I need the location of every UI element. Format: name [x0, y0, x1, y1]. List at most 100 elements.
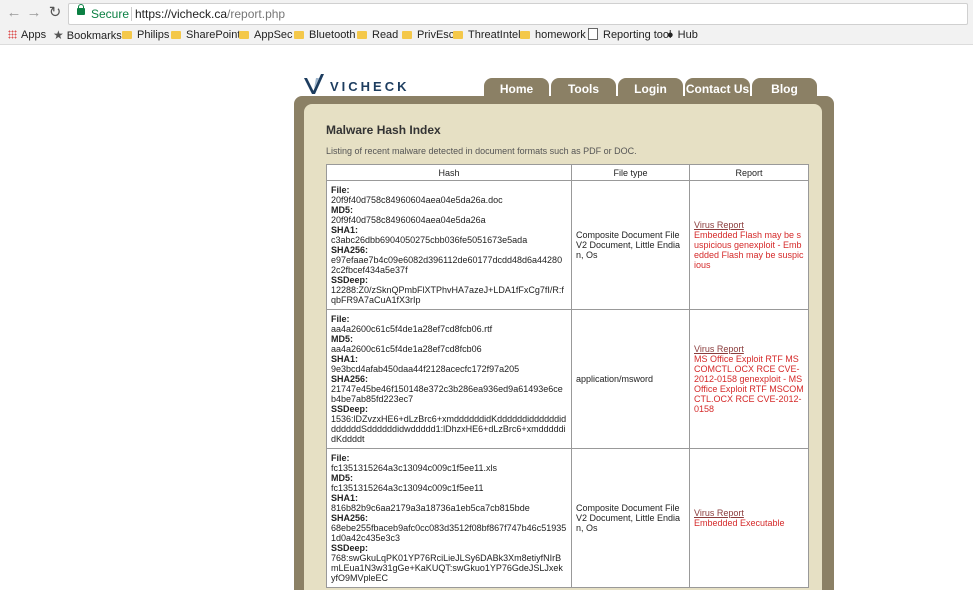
bookmark-label: PrivEsc — [417, 29, 455, 41]
folder-icon — [122, 31, 132, 39]
header-hash: Hash — [326, 164, 572, 181]
sha1-value: c3abc26dbb6904050275cbb036fe5051673e5ada — [331, 235, 528, 245]
folder-icon — [239, 31, 249, 39]
address-bar: ← → ↻ Secure https://vicheck.ca/report.p… — [0, 0, 973, 28]
reload-icon[interactable]: ↻ — [46, 4, 64, 22]
sha256-label: SHA256: — [331, 374, 369, 384]
report-cell: Virus Report MS Office Exploit RTF MSCOM… — [689, 309, 809, 449]
sha256-value: e97efaae7b4c09e6082d396112de60177dcdd48d… — [331, 255, 563, 275]
bookmark-sharepoint[interactable]: SharePoint — [171, 28, 240, 43]
md5-label: MD5: — [331, 473, 353, 483]
bookmark-bookmarks[interactable]: ★ Bookmarks — [53, 28, 122, 43]
ssdeep-label: SSDeep: — [331, 275, 369, 285]
bookmark-philips[interactable]: Philips — [122, 28, 169, 43]
file-name: fc1351315264a3c13094c009c1f5ee11.xls — [331, 463, 497, 473]
apps-grid-icon — [8, 30, 17, 39]
table-row: File: fc1351315264a3c13094c009c1f5ee11.x… — [326, 448, 809, 588]
url-path: /report.php — [227, 7, 286, 21]
page-intro: Listing of recent malware detected in do… — [326, 146, 637, 156]
url-field[interactable]: Secure https://vicheck.ca/report.php — [68, 3, 968, 25]
sha1-label: SHA1: — [331, 354, 359, 364]
hash-cell: File: aa4a2600c61c5f4de1a28ef7cd8fcb06.r… — [326, 309, 572, 449]
forward-icon[interactable]: → — [25, 4, 43, 22]
table-row: File: 20f9f40d758c84960604aea04e5da26a.d… — [326, 180, 809, 310]
page-title: Malware Hash Index — [326, 123, 441, 137]
sha1-value: 9e3bcd4afab450daa44f2128acecfc172f97a205 — [331, 364, 520, 374]
page-icon — [588, 28, 598, 40]
bookmark-read[interactable]: Read — [357, 28, 398, 43]
file-name: 20f9f40d758c84960604aea04e5da26a.doc — [331, 195, 503, 205]
folder-icon — [453, 31, 463, 39]
tab-contact-us[interactable]: Contact Us — [685, 78, 750, 100]
back-icon[interactable]: ← — [5, 4, 23, 22]
table-header-row: Hash File type Report — [326, 164, 809, 181]
secure-label: Secure — [91, 7, 130, 21]
md5-label: MD5: — [331, 205, 353, 215]
virus-report-link[interactable]: Virus Report — [694, 220, 744, 230]
bookmarks-bar: Apps ★ Bookmarks Philips SharePoint AppSe… — [0, 27, 973, 45]
bookmark-apps[interactable]: Apps — [8, 28, 46, 43]
bookmark-label: homework — [535, 29, 586, 41]
lock-icon — [77, 4, 85, 15]
report-findings: MS Office Exploit RTF MSCOMCTL.OCX RCE C… — [694, 354, 804, 414]
hash-cell: File: fc1351315264a3c13094c009c1f5ee11.x… — [326, 448, 572, 588]
sha1-value: 816b82b9c6aa2179a3a18736a1eb5ca7cb815bde — [331, 503, 530, 513]
bookmark-label: SharePoint — [186, 29, 241, 41]
bookmark-threatintel[interactable]: ThreatIntel — [453, 28, 521, 43]
sha256-label: SHA256: — [331, 245, 369, 255]
ssdeep-value: 768:swGkuLqPK01YP76RciLieJLSy6DABk3Xm8et… — [331, 553, 563, 583]
bookmark-label: Bookmarks — [66, 30, 122, 42]
bookmark-label: Apps — [21, 29, 47, 41]
bookmark-reporting-tool[interactable]: Reporting tool — [588, 28, 672, 43]
tab-tools[interactable]: Tools — [551, 78, 616, 100]
tab-blog[interactable]: Blog — [752, 78, 817, 100]
md5-value: 20f9f40d758c84960604aea04e5da26a — [331, 215, 486, 225]
sha1-label: SHA1: — [331, 493, 359, 503]
sha1-label: SHA1: — [331, 225, 359, 235]
ssdeep-value: 12288:Z0/zSknQPmbFlXTPhvHA7azeJ+LDA1fFxC… — [331, 285, 564, 305]
folder-icon — [520, 31, 530, 39]
report-findings: Embedded Executable — [694, 518, 785, 528]
url-text: https://vicheck.ca/report.php — [135, 7, 285, 21]
hash-table: Hash File type Report File: 20f9f40d758c… — [326, 164, 809, 588]
tab-login[interactable]: Login — [618, 78, 683, 100]
table-row: File: aa4a2600c61c5f4de1a28ef7cd8fcb06.r… — [326, 309, 809, 449]
bookmark-label: AppSec — [254, 29, 293, 41]
octocat-icon: ● — [667, 29, 674, 41]
folder-icon — [171, 31, 181, 39]
bookmark-bluetooth[interactable]: Bluetooth — [294, 28, 355, 43]
bookmark-label: ThreatIntel — [468, 29, 521, 41]
folder-icon — [357, 31, 367, 39]
folder-icon — [294, 31, 304, 39]
file-label: File: — [331, 314, 350, 324]
bookmark-appsec[interactable]: AppSec — [239, 28, 293, 43]
header-file-type: File type — [571, 164, 690, 181]
file-type-cell: Composite Document File V2 Document, Lit… — [571, 180, 690, 310]
bookmark-privesc[interactable]: PrivEsc — [402, 28, 454, 43]
sha256-value: 68ebe255fbaceb9afc0cc083d3512f08bf867f74… — [331, 523, 567, 543]
url-separator — [131, 7, 132, 21]
report-cell: Virus Report Embedded Executable — [689, 448, 809, 588]
ssdeep-value: 1536:lDZvzxHE6+dLzBrc6+xmddddddidKdddddd… — [331, 414, 567, 444]
ssdeep-label: SSDeep: — [331, 543, 369, 553]
folder-icon — [402, 31, 412, 39]
bookmark-label: Read — [372, 29, 399, 41]
virus-report-link[interactable]: Virus Report — [694, 508, 744, 518]
bookmark-label: Bluetooth — [309, 29, 356, 41]
logo-mark-icon — [304, 74, 324, 94]
file-label: File: — [331, 453, 350, 463]
md5-label: MD5: — [331, 334, 353, 344]
md5-value: fc1351315264a3c13094c009c1f5ee11 — [331, 483, 484, 493]
file-name: aa4a2600c61c5f4de1a28ef7cd8fcb06.rtf — [331, 324, 493, 334]
bookmark-label: Reporting tool — [603, 29, 672, 41]
file-type-cell: application/msword — [571, 309, 690, 449]
url-base: https://vicheck.ca — [135, 7, 228, 21]
bookmark-label: Hub — [677, 29, 698, 41]
file-type-cell: Composite Document File V2 Document, Lit… — [571, 448, 690, 588]
bookmark-homework[interactable]: homework — [520, 28, 586, 43]
logo-text: VICHECK — [330, 79, 410, 94]
virus-report-link[interactable]: Virus Report — [694, 344, 744, 354]
bookmark-hub[interactable]: ● Hub — [667, 28, 698, 43]
hash-cell: File: 20f9f40d758c84960604aea04e5da26a.d… — [326, 180, 572, 310]
tab-home[interactable]: Home — [484, 78, 549, 100]
